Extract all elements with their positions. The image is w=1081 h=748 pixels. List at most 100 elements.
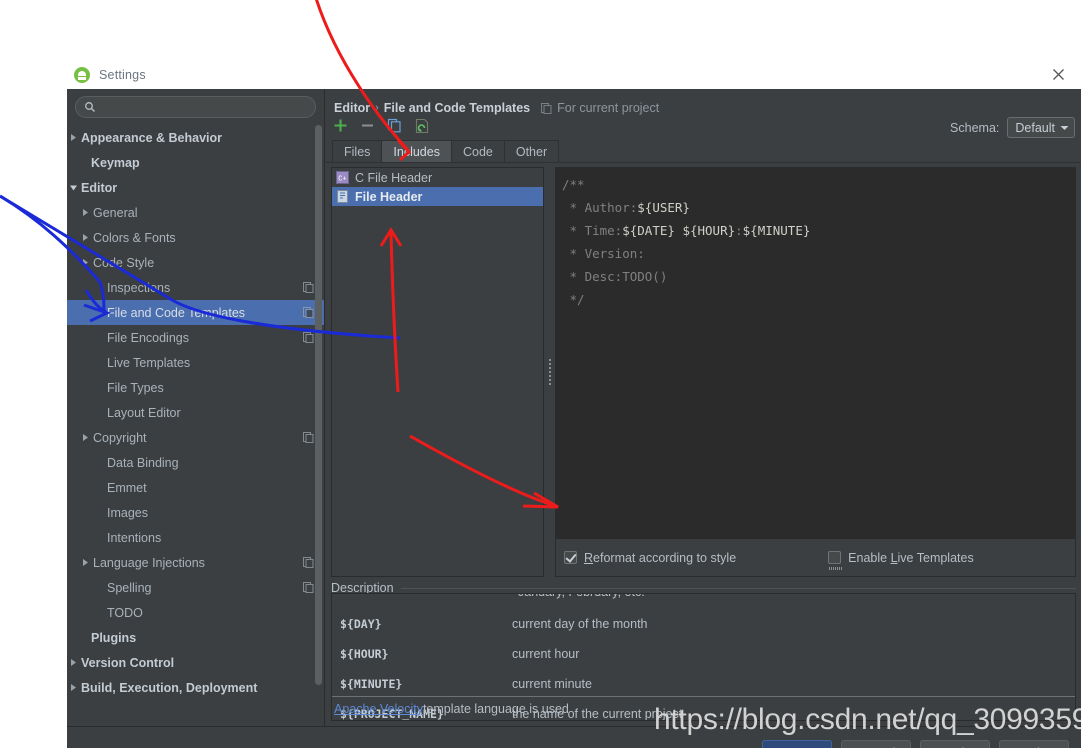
close-icon[interactable] [1035, 60, 1081, 89]
sidebar-item-plugins[interactable]: Plugins [67, 625, 324, 650]
sidebar-item-code-style[interactable]: Code Style [67, 250, 324, 275]
chevron-right-icon[interactable] [67, 682, 79, 694]
sidebar-item-label: Images [107, 505, 148, 520]
sidebar-item-images[interactable]: Images [67, 500, 324, 525]
templates-toolbar [332, 117, 430, 134]
sidebar-item-inspections[interactable]: Inspections [67, 275, 324, 300]
sidebar-item-label: Version Control [81, 655, 175, 670]
project-scope-label: For current project [541, 101, 659, 115]
sidebar-item-label: File Encodings [107, 330, 189, 345]
settings-tree[interactable]: Appearance & Behavior Keymap Editor General… [67, 125, 324, 726]
sidebar-item-label: Copyright [93, 430, 147, 445]
chevron-down-icon [1060, 125, 1069, 131]
sidebar-item-appearance-behavior[interactable]: Appearance & Behavior [67, 125, 324, 150]
tab-files[interactable]: Files [332, 140, 383, 162]
sidebar-scrollbar[interactable] [314, 125, 323, 705]
settings-main-panel: Editor › File and Code Templates For cur… [326, 89, 1081, 726]
template-category-tabs[interactable]: Files Includes Code Other [332, 140, 560, 162]
template-content-area: C+ C File Header File Header /** * Author:… [331, 167, 1076, 577]
sidebar-item-file-and-code-templates[interactable]: File and Code Templates [67, 300, 324, 325]
sidebar-item-keymap[interactable]: Keymap [67, 150, 324, 175]
schema-dropdown[interactable]: Default [1007, 117, 1075, 138]
tab-includes[interactable]: Includes [381, 140, 452, 162]
text-file-icon [336, 189, 350, 204]
description-variable: ${MINUTE} [340, 677, 403, 691]
code-line: */ [556, 288, 1075, 311]
code-line: * Desc:TODO() [556, 265, 1075, 288]
chevron-right-icon[interactable] [79, 232, 91, 244]
template-code-editor[interactable]: /** * Author:${USER} * Time:${DATE} ${HO… [556, 168, 1075, 538]
search-input[interactable] [96, 98, 315, 116]
sidebar-item-copyright[interactable]: Copyright [67, 425, 324, 450]
search-box[interactable] [75, 96, 316, 118]
sidebar-item-file-encodings[interactable]: File Encodings [67, 325, 324, 350]
search-icon [84, 101, 96, 113]
sidebar-item-data-binding[interactable]: Data Binding [67, 450, 324, 475]
dialog-body: Appearance & Behavior Keymap Editor General… [67, 89, 1081, 748]
cancel-button[interactable]: Cancel [841, 740, 911, 748]
focus-indicator [829, 566, 843, 570]
sidebar-item-emmet[interactable]: Emmet [67, 475, 324, 500]
chevron-right-icon[interactable] [67, 657, 79, 669]
sidebar-item-label: Plugins [91, 630, 137, 645]
breadcrumb-current: File and Code Templates [383, 101, 531, 115]
tab-code[interactable]: Code [450, 140, 505, 162]
chevron-right-icon[interactable] [79, 432, 91, 444]
apply-button[interactable]: Apply [920, 740, 990, 748]
sidebar-item-build-execution-deployment[interactable]: Build, Execution, Deployment [67, 675, 324, 700]
sidebar-item-version-control[interactable]: Version Control [67, 650, 324, 675]
template-list-item[interactable]: C+ C File Header [332, 168, 543, 187]
template-list-item-label: File Header [355, 189, 423, 204]
remove-template-button[interactable] [359, 117, 376, 134]
add-template-button[interactable] [332, 117, 349, 134]
sidebar-item-layout-editor[interactable]: Layout Editor [67, 400, 324, 425]
tab-other[interactable]: Other [503, 140, 560, 162]
template-editor-pane: /** * Author:${USER} * Time:${DATE} ${HO… [555, 167, 1076, 577]
watermark: https://blog.csdn.net/qq_30993595 [654, 703, 1081, 736]
dialog-buttons[interactable]: OK Cancel Apply Help [762, 740, 1069, 748]
copy-badge-icon [303, 282, 314, 293]
breadcrumb-root[interactable]: Editor [334, 101, 370, 115]
sidebar-item-general[interactable]: General [67, 200, 324, 225]
chevron-right-icon[interactable] [79, 257, 91, 269]
sidebar-item-intentions[interactable]: Intentions [67, 525, 324, 550]
chevron-right-icon[interactable] [67, 132, 79, 144]
settings-sidebar: Appearance & Behavior Keymap Editor General… [67, 89, 325, 726]
sidebar-item-editor[interactable]: Editor [67, 175, 324, 200]
sidebar-item-language-injections[interactable]: Language Injections [67, 550, 324, 575]
description-box[interactable]: January, February, etc. ${DAY} current da… [331, 593, 1076, 721]
code-line: * Time:${DATE} ${HOUR}:${MINUTE} [556, 219, 1075, 242]
template-list[interactable]: C+ C File Header File Header [331, 167, 544, 577]
description-row: ${DAY} current day of the month [332, 609, 1075, 639]
description-variable: ${DAY} [340, 617, 382, 631]
panel-splitter[interactable] [545, 167, 554, 577]
help-button[interactable]: Help [999, 740, 1069, 748]
reformat-checkbox[interactable]: Reformat according to style [564, 551, 736, 565]
reformat-checkbox-label: Reformat according to style [584, 550, 737, 565]
chevron-right-icon[interactable] [79, 557, 91, 569]
chevron-down-icon[interactable] [67, 182, 79, 194]
code-text: /** [562, 177, 585, 192]
description-meaning: current hour [512, 647, 580, 661]
reset-template-button[interactable] [413, 117, 430, 134]
sidebar-item-colors-fonts[interactable]: Colors & Fonts [67, 225, 324, 250]
template-list-item[interactable]: File Header [332, 187, 543, 206]
template-variable: ${HOUR} [682, 223, 736, 238]
sidebar-item-spelling[interactable]: Spelling [67, 575, 324, 600]
template-variable: ${USER} [637, 200, 690, 215]
live-templates-checkbox[interactable]: Enable Live Templates [828, 551, 974, 570]
apache-velocity-link[interactable]: Apache Velocity [334, 702, 423, 716]
breadcrumb-separator: › [375, 102, 379, 114]
copy-template-button[interactable] [386, 117, 403, 134]
sidebar-item-file-types[interactable]: File Types [67, 375, 324, 400]
cpp-file-icon: C+ [336, 170, 350, 185]
project-scope-text: For current project [557, 101, 660, 115]
description-clipped-row: January, February, etc. [332, 594, 1075, 609]
sidebar-item-live-templates[interactable]: Live Templates [67, 350, 324, 375]
ok-button[interactable]: OK [762, 740, 832, 748]
chevron-right-icon[interactable] [79, 207, 91, 219]
sidebar-item-todo[interactable]: TODO [67, 600, 324, 625]
